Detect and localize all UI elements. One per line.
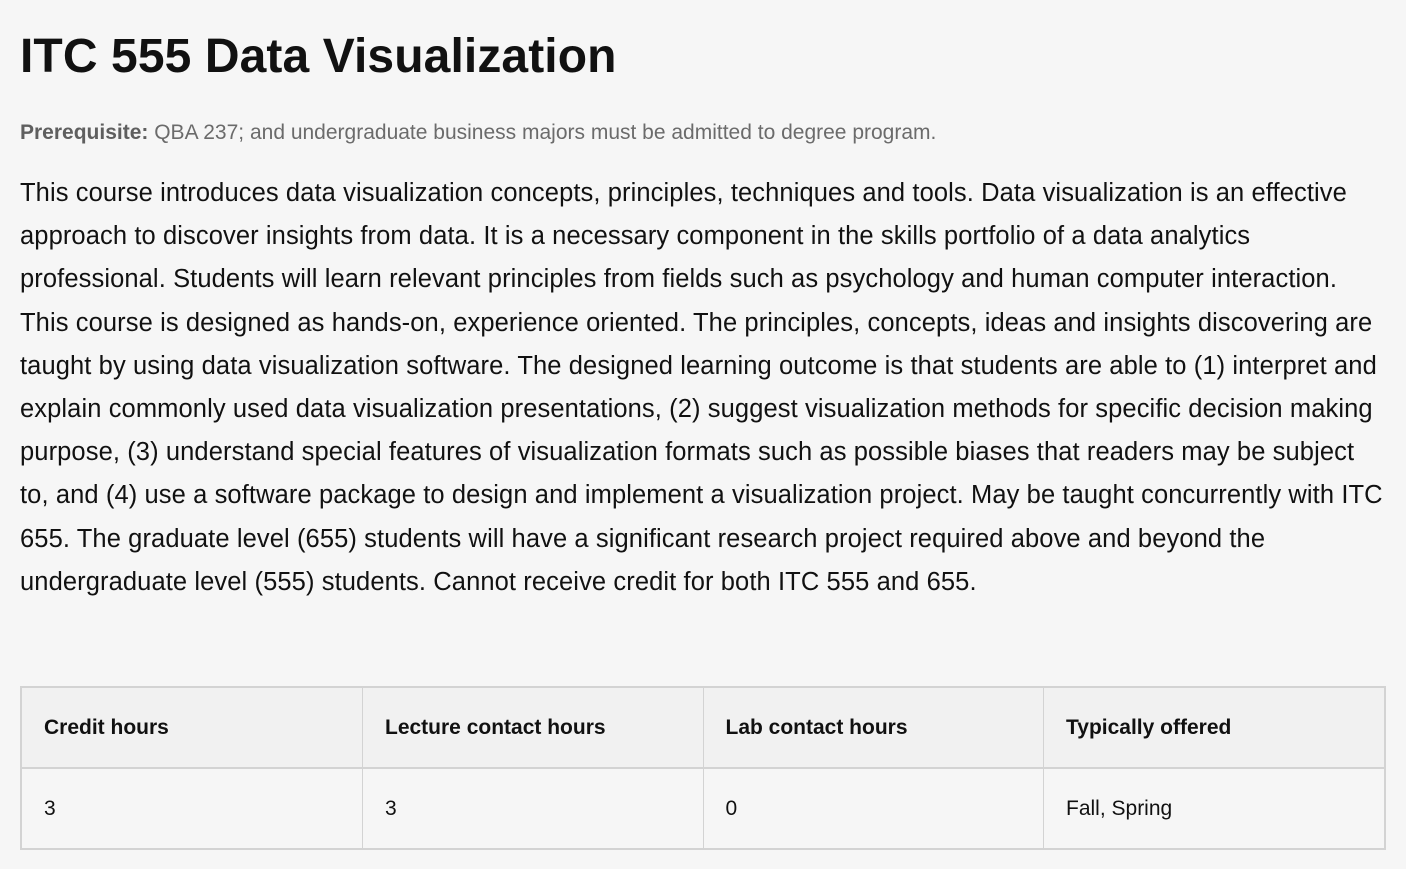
header-credit-hours: Credit hours [22, 688, 363, 769]
cell-lab-contact-hours: 0 [703, 768, 1044, 848]
course-title: ITC 555 Data Visualization [20, 30, 617, 83]
prerequisite-text: QBA 237; and undergraduate business majo… [148, 121, 937, 144]
prerequisite: Prerequisite: QBA 237; and undergraduate… [20, 118, 1386, 148]
cell-credit-hours: 3 [22, 768, 363, 848]
cell-typically-offered: Fall, Spring [1043, 768, 1384, 848]
course-details-header-row: Credit hours Lecture contact hours Lab c… [22, 688, 1384, 769]
course-details-table-body: 3 3 0 Fall, Spring [22, 768, 1384, 848]
course-description: This course introduces data visualizatio… [20, 179, 1383, 596]
course-details-table: Credit hours Lecture contact hours Lab c… [22, 688, 1384, 848]
course-details-table-container: Credit hours Lecture contact hours Lab c… [20, 686, 1386, 850]
prerequisite-label: Prerequisite: [20, 121, 149, 144]
header-typically-offered: Typically offered [1043, 688, 1384, 769]
table-row: 3 3 0 Fall, Spring [22, 768, 1384, 848]
header-lecture-contact-hours: Lecture contact hours [362, 688, 704, 769]
course-details-table-head: Credit hours Lecture contact hours Lab c… [22, 688, 1384, 769]
header-lab-contact-hours: Lab contact hours [703, 688, 1044, 769]
course-page: ITC 555 Data Visualization Prerequisite:… [0, 0, 1406, 869]
cell-lecture-contact-hours: 3 [362, 768, 704, 848]
